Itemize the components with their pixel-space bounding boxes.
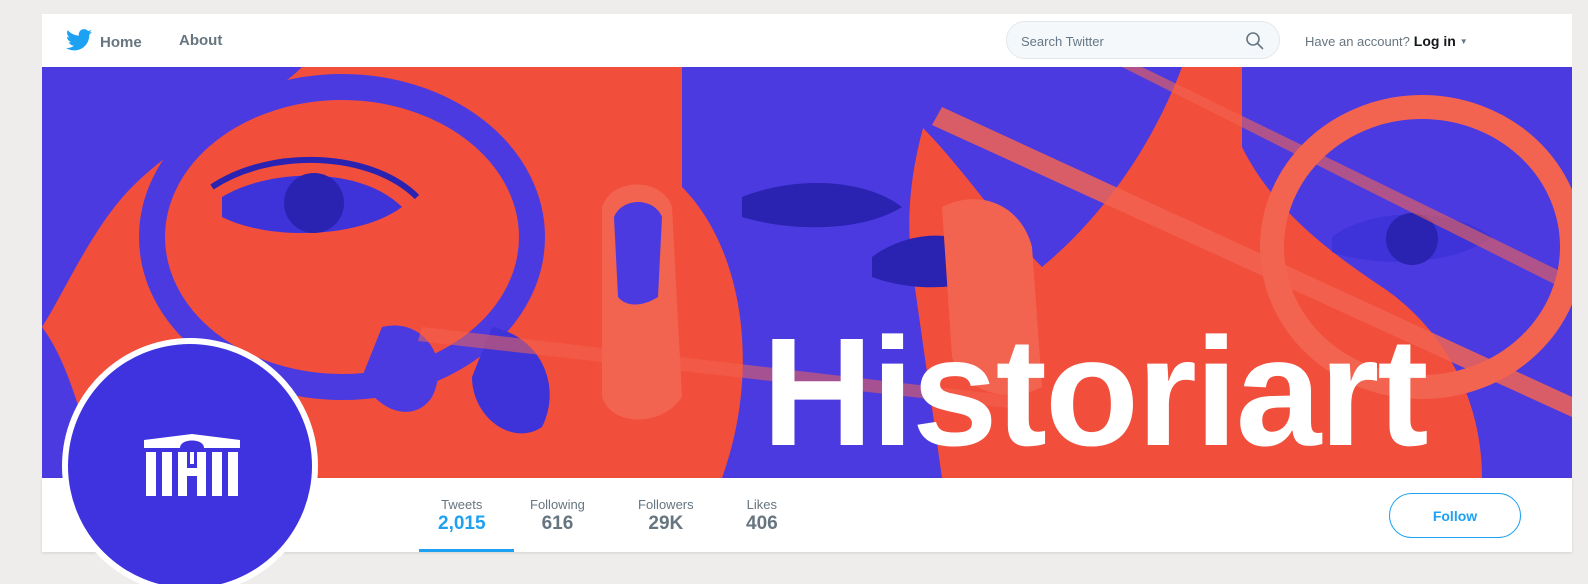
stat-value: 406 (746, 513, 778, 534)
caret-down-icon: ▼ (1459, 36, 1468, 46)
stat-followers[interactable]: Followers 29K (638, 497, 694, 535)
nav-about-label: About (179, 32, 223, 49)
login-label: Log in (1413, 33, 1456, 49)
nav-home-link[interactable]: Home (66, 29, 142, 56)
follow-button[interactable]: Follow (1389, 493, 1521, 538)
museum-logo-icon (144, 434, 240, 496)
login-button[interactable]: Log in ▼ (1414, 33, 1468, 49)
nav-about-link[interactable]: About (179, 32, 222, 50)
stat-likes[interactable]: Likes 406 (746, 497, 778, 535)
account-area: Have an account? Log in ▼ (1305, 33, 1468, 49)
active-tab-indicator (419, 549, 514, 552)
twitter-bird-icon (66, 29, 92, 56)
top-nav: Home About Have an account? Log in ▼ (42, 14, 1572, 67)
search-icon[interactable] (1245, 31, 1265, 56)
stat-value: 2,015 (438, 513, 486, 534)
avatar[interactable] (62, 338, 318, 584)
search-input[interactable] (1021, 31, 1231, 51)
account-prompt: Have an account? (1305, 33, 1410, 49)
nav-home-label: Home (100, 34, 142, 51)
stat-following[interactable]: Following 616 (530, 497, 585, 535)
banner-title: Historiart (762, 306, 1429, 478)
stat-label: Tweets (441, 497, 483, 512)
avatar-image (68, 344, 312, 584)
search-box (1006, 21, 1280, 59)
stat-value: 616 (541, 513, 574, 534)
stat-label: Following (530, 497, 585, 512)
stat-value: 29K (648, 513, 684, 534)
stat-label: Followers (638, 497, 694, 512)
stat-tweets[interactable]: Tweets 2,015 (438, 497, 486, 535)
profile-page: Home About Have an account? Log in ▼ (42, 14, 1572, 584)
stat-label: Likes (746, 497, 778, 512)
